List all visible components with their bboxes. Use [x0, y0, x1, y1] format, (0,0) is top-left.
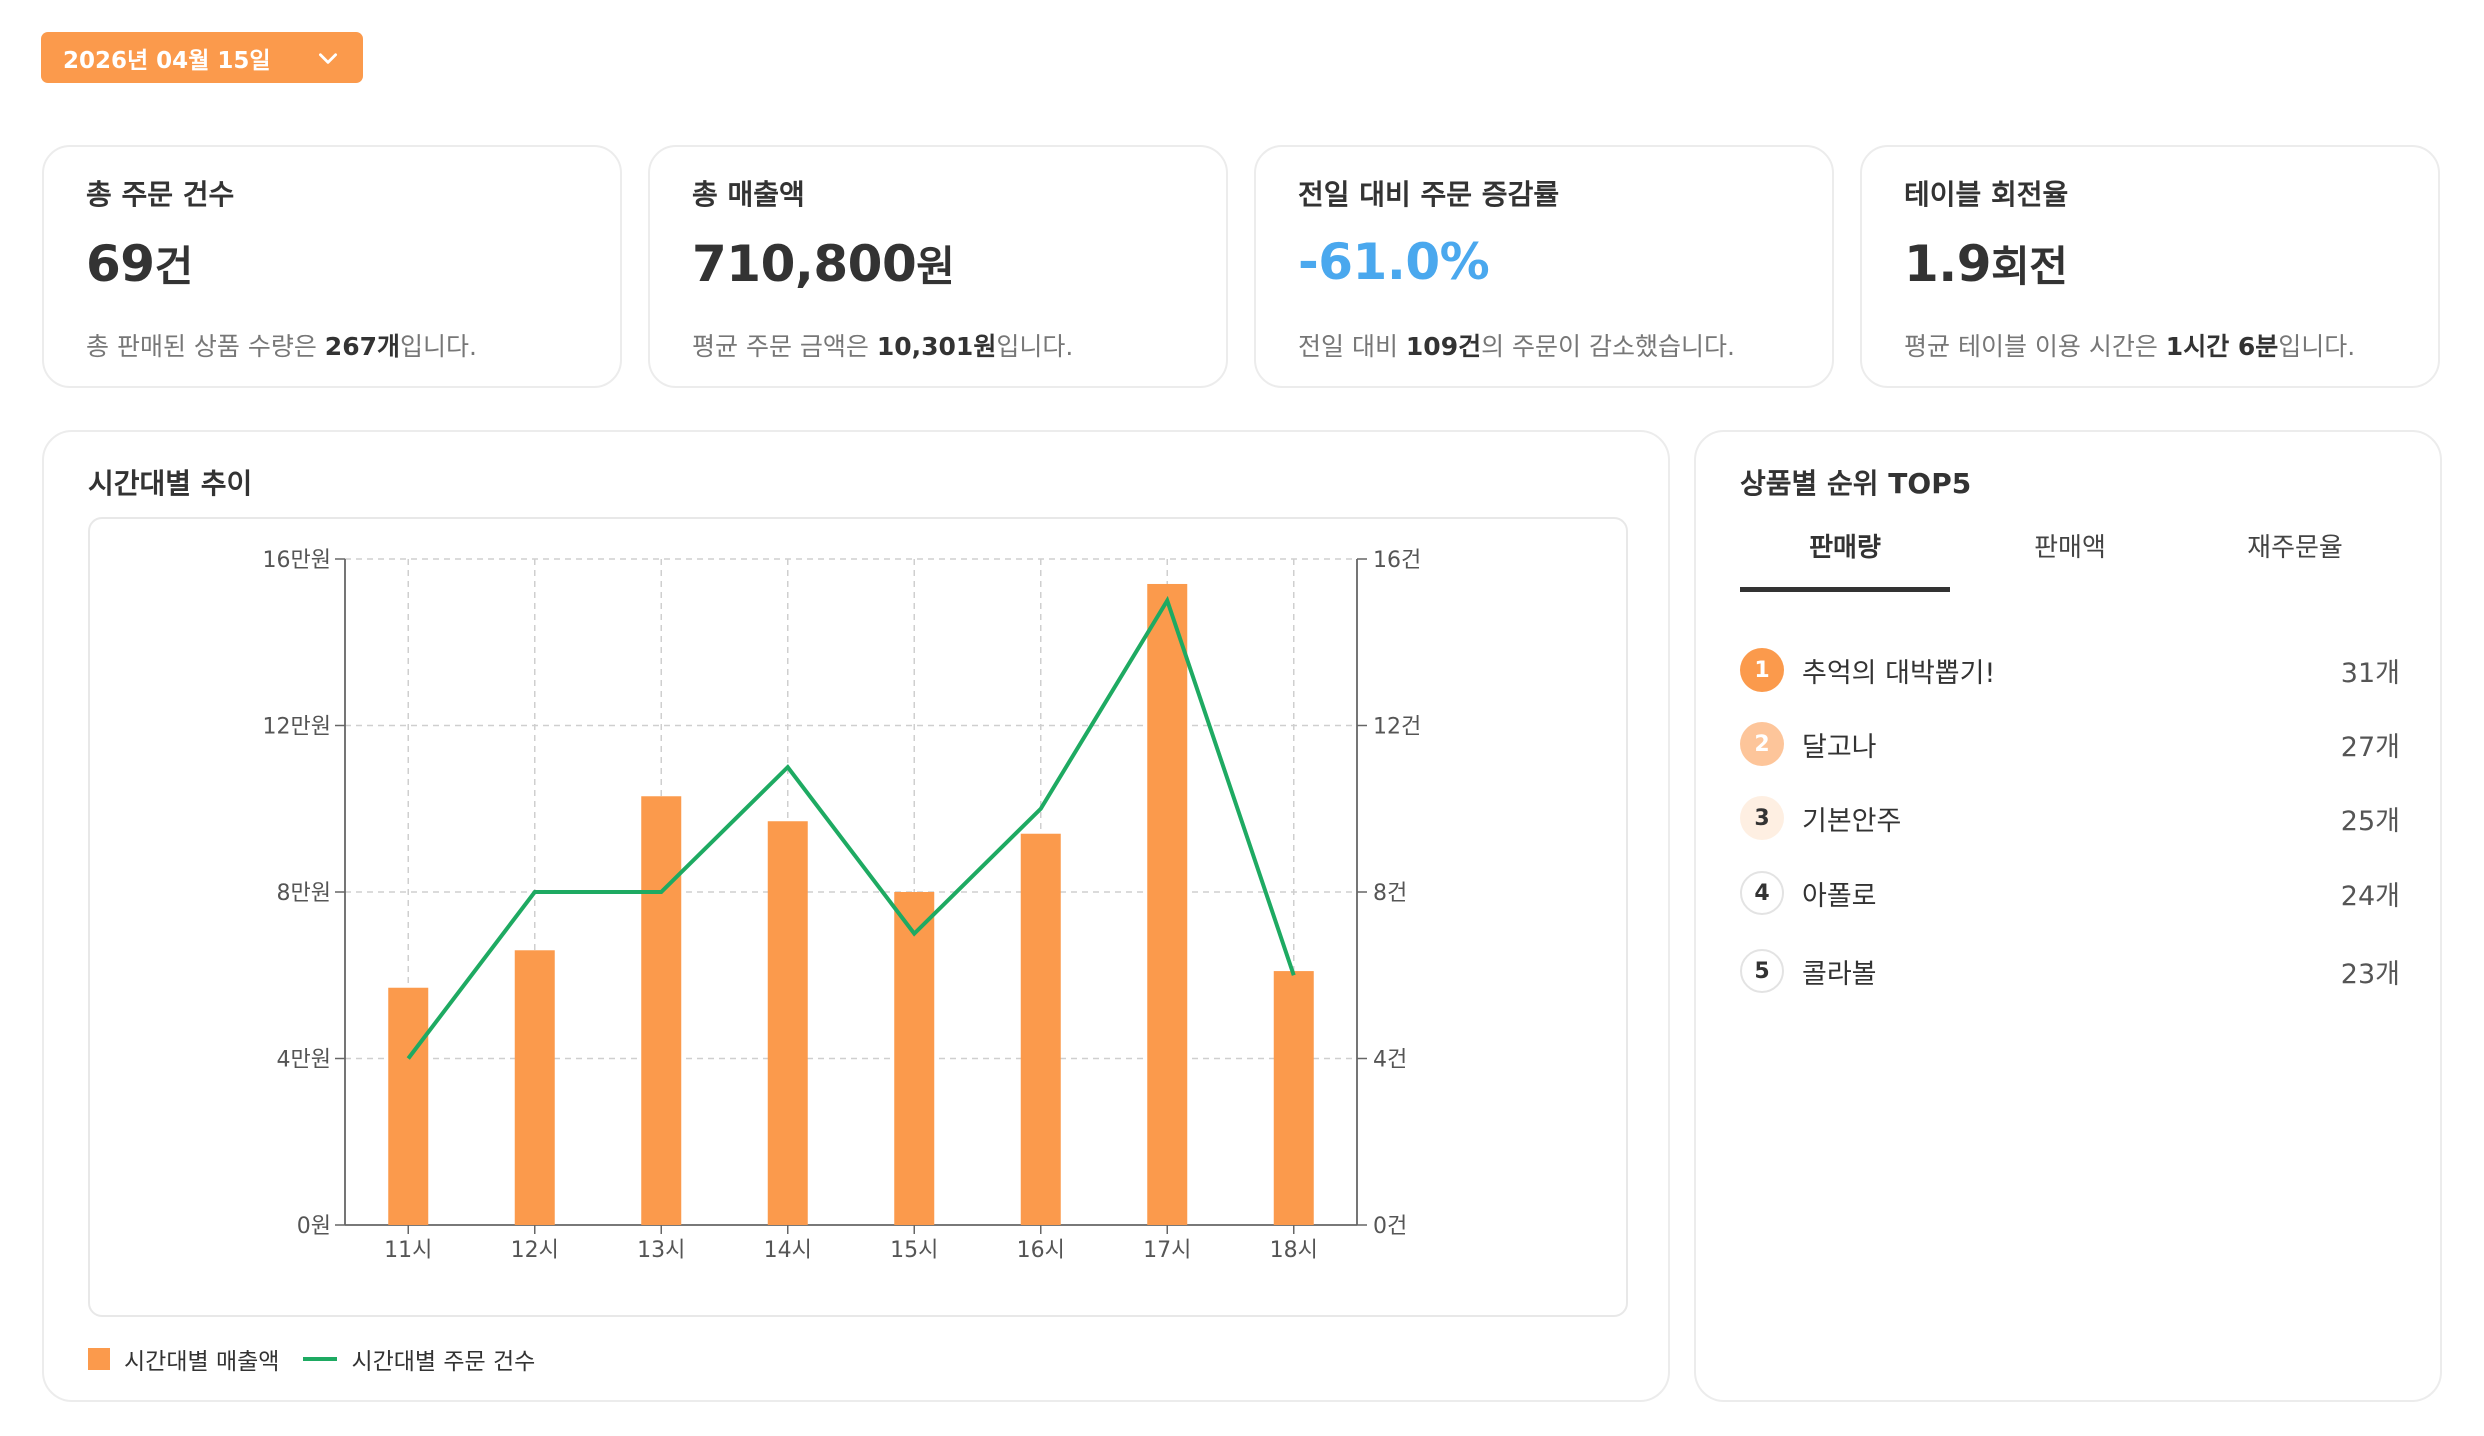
bar	[641, 796, 682, 1225]
y-right-tick-label: 16건	[1373, 548, 1421, 573]
y-left-tick-label: 4만원	[277, 1048, 331, 1073]
tab-reorder-rate[interactable]: 재주문율	[2190, 527, 2400, 564]
rank-badge: 5	[1740, 949, 1784, 993]
chevron-down-icon	[319, 52, 337, 64]
legend-line-swatch	[303, 1357, 338, 1361]
kpi-subtext: 전일 대비 109건의 주문이 감소했습니다.	[1298, 332, 1735, 361]
trend-panel: 시간대별 추이 0원 0건 4만원 4건 8만원 8건 12만원 12건 16만원 16건 11시 1…	[42, 430, 1670, 1402]
bar	[894, 892, 935, 1225]
list-item[interactable]: 1 추억의 대박뽑기! 31개	[1740, 646, 2400, 694]
kpi-card-orders: 총 주문 건수 69건 총 판매된 상품 수량은 267개입니다.	[42, 145, 622, 388]
bar	[514, 950, 555, 1225]
product-value: 27개	[2340, 731, 2400, 763]
rank-badge: 1	[1740, 648, 1784, 692]
x-tick-label: 17시	[1143, 1238, 1191, 1263]
kpi-card-table-turnover: 테이블 회전율 1.9회전 평균 테이블 이용 시간은 1시간 6분입니다.	[1860, 145, 2440, 388]
tab-sales-qty[interactable]: 판매량	[1740, 527, 1950, 564]
ranking-panel: 상품별 순위 TOP5 판매량 판매액 재주문율 1 추억의 대박뽑기! 31개…	[1694, 430, 2442, 1402]
kpi-title: 총 매출액	[692, 178, 805, 211]
list-item[interactable]: 4 아폴로 24개	[1740, 869, 2400, 917]
kpi-value: 69건	[86, 235, 193, 293]
date-picker-button[interactable]: 2026년 04월 15일	[41, 32, 363, 83]
kpi-subtext: 평균 주문 금액은 10,301원입니다.	[692, 332, 1074, 361]
list-item[interactable]: 5 콜라볼 23개	[1740, 947, 2400, 995]
y-left-tick-label: 12만원	[263, 715, 331, 740]
y-right-tick-label: 0건	[1373, 1214, 1407, 1239]
list-item[interactable]: 2 달고나 27개	[1740, 720, 2400, 768]
kpi-title: 전일 대비 주문 증감률	[1298, 178, 1560, 211]
x-tick-label: 11시	[384, 1238, 432, 1263]
product-name: 달고나	[1802, 731, 1877, 763]
product-name: 콜라볼	[1802, 958, 1877, 990]
list-item[interactable]: 3 기본안주 25개	[1740, 794, 2400, 842]
y-right-tick-label: 8건	[1373, 881, 1407, 906]
legend-line-label: 시간대별 주문 건수	[351, 1349, 536, 1375]
legend-bar-label: 시간대별 매출액	[124, 1349, 280, 1375]
product-name: 아폴로	[1802, 880, 1877, 912]
legend-bar-swatch	[88, 1348, 110, 1370]
bar	[767, 821, 808, 1225]
kpi-value: 710,800원	[692, 235, 955, 293]
trend-title: 시간대별 추이	[88, 467, 253, 500]
kpi-value: 1.9회전	[1904, 235, 2068, 293]
y-right-tick-label: 12건	[1373, 715, 1421, 740]
y-right-tick-label: 4건	[1373, 1048, 1407, 1073]
product-value: 24개	[2340, 880, 2400, 912]
product-value: 23개	[2340, 958, 2400, 990]
y-left-tick-label: 16만원	[263, 548, 331, 573]
bar	[1020, 833, 1061, 1225]
kpi-card-order-change: 전일 대비 주문 증감률 -61.0% 전일 대비 109건의 주문이 감소했습…	[1254, 145, 1834, 388]
product-name: 추억의 대박뽑기!	[1802, 657, 1996, 689]
kpi-subtext: 평균 테이블 이용 시간은 1시간 6분입니다.	[1904, 332, 2356, 361]
kpi-title: 테이블 회전율	[1904, 178, 2069, 211]
chart-container: 0원 0건 4만원 4건 8만원 8건 12만원 12건 16만원 16건 11시 12시 13시 14시…	[88, 517, 1628, 1317]
tab-sales-amount[interactable]: 판매액	[1965, 527, 2175, 564]
trend-chart: 0원 0건 4만원 4건 8만원 8건 12만원 12건 16만원 16건 11시 12시 13시 14시…	[263, 548, 1422, 1263]
x-tick-label: 16시	[1017, 1238, 1065, 1263]
kpi-card-revenue: 총 매출액 710,800원 평균 주문 금액은 10,301원입니다.	[648, 145, 1228, 388]
date-picker-label: 2026년 04월 15일	[63, 47, 271, 74]
bar	[1147, 583, 1188, 1225]
ranking-tabs: 판매량 판매액 재주문율	[1740, 527, 2400, 592]
ranking-title: 상품별 순위 TOP5	[1740, 467, 1972, 500]
x-tick-label: 12시	[511, 1238, 559, 1263]
y-left-tick-label: 0원	[297, 1214, 331, 1239]
product-name: 기본안주	[1802, 805, 1902, 837]
kpi-value: -61.0%	[1298, 233, 1490, 291]
x-tick-label: 18시	[1270, 1238, 1318, 1263]
rank-badge: 4	[1740, 871, 1784, 915]
x-tick-label: 14시	[764, 1238, 812, 1263]
product-value: 31개	[2340, 657, 2400, 689]
active-tab-indicator	[1740, 587, 1950, 592]
rank-badge: 3	[1740, 796, 1784, 840]
product-value: 25개	[2340, 805, 2400, 837]
kpi-title: 총 주문 건수	[86, 178, 235, 211]
rank-badge: 2	[1740, 722, 1784, 766]
x-tick-label: 13시	[637, 1238, 685, 1263]
chart-legend: 시간대별 매출액 시간대별 주문 건수	[88, 1342, 535, 1376]
bar	[388, 987, 429, 1225]
x-tick-label: 15시	[890, 1238, 938, 1263]
y-left-tick-label: 8만원	[277, 881, 331, 906]
kpi-subtext: 총 판매된 상품 수량은 267개입니다.	[86, 332, 477, 361]
bar	[1273, 971, 1314, 1225]
